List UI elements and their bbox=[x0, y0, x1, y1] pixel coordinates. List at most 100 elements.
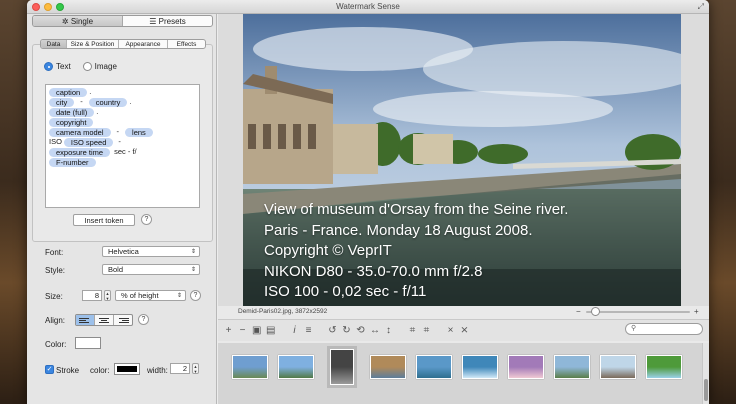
info-icon[interactable]: i bbox=[290, 325, 299, 336]
stroke-width-field[interactable]: 2 bbox=[170, 363, 190, 374]
align-right-icon[interactable] bbox=[114, 315, 132, 325]
flip-vertical-icon[interactable]: ↕ bbox=[384, 325, 393, 336]
thumbnail[interactable] bbox=[554, 355, 590, 379]
photo-preview[interactable]: View of museum d'Orsay from the Seine ri… bbox=[243, 14, 681, 306]
stroke-checkbox[interactable]: ✓ bbox=[45, 365, 54, 374]
thumbnail[interactable] bbox=[508, 355, 544, 379]
font-label: Font: bbox=[45, 248, 64, 257]
remove-icon[interactable]: − bbox=[238, 325, 247, 336]
delete-icon[interactable]: × bbox=[446, 325, 455, 336]
align-left-icon[interactable] bbox=[76, 315, 95, 325]
token-city[interactable]: city bbox=[49, 97, 75, 107]
preview-area: View of museum d'Orsay from the Seine ri… bbox=[218, 14, 709, 306]
token-country[interactable]: country bbox=[88, 97, 128, 107]
token-copyright[interactable]: copyright bbox=[49, 117, 94, 127]
token-exposure-time[interactable]: exposure time bbox=[49, 147, 111, 157]
token-camera-model[interactable]: camera model bbox=[49, 127, 111, 137]
scrollbar-thumb[interactable] bbox=[704, 379, 708, 401]
token-line: copyright bbox=[49, 117, 196, 127]
token-line: caption. bbox=[49, 87, 196, 97]
thumbnail[interactable] bbox=[370, 355, 406, 379]
watermark-text: View of museum d'Orsay from the Seine ri… bbox=[264, 200, 568, 303]
watermark-line: ISO 100 - 0,02 sec - f/11 bbox=[264, 283, 427, 300]
window-controls bbox=[32, 3, 64, 11]
thumbnail[interactable] bbox=[232, 355, 268, 379]
rotate-back-icon[interactable]: ⟲ bbox=[356, 325, 365, 336]
radio-text[interactable]: Text bbox=[44, 62, 71, 71]
zoom-slider-knob[interactable] bbox=[590, 307, 600, 316]
align-segmented-control bbox=[75, 314, 133, 326]
token-lens[interactable]: lens bbox=[125, 127, 153, 137]
insert-token-button[interactable]: Insert token bbox=[73, 214, 135, 226]
crop-icon[interactable]: ⌗ bbox=[408, 325, 417, 336]
style-select[interactable]: Bold ⇕ bbox=[102, 264, 200, 275]
zoom-in-icon[interactable]: + bbox=[694, 307, 699, 317]
stroke-color-label: color: bbox=[90, 366, 110, 375]
radio-image-button[interactable] bbox=[82, 62, 92, 71]
thumbnail[interactable] bbox=[646, 355, 682, 379]
align-center-icon[interactable] bbox=[95, 315, 114, 325]
tab-single[interactable]: ✲ Single bbox=[33, 16, 123, 26]
image-toolbar: + − ▣ ▤ i ≡ ↺ ↻ ⟲ ↔ ↕ ⌗ ⌗ × ⨯ ⚲ bbox=[218, 319, 709, 341]
rotate-right-icon[interactable]: ↻ bbox=[342, 325, 351, 336]
token-line: camera model - lens bbox=[49, 127, 196, 137]
zoom-slider[interactable] bbox=[586, 307, 690, 316]
thumbnail[interactable] bbox=[278, 355, 314, 379]
size-stepper[interactable]: ▲ ▼ bbox=[104, 290, 111, 301]
save-all-icon[interactable]: ▤ bbox=[266, 325, 275, 336]
list-icon: ☰ bbox=[149, 17, 159, 26]
main-area: View of museum d'Orsay from the Seine ri… bbox=[218, 14, 709, 404]
search-icon: ⚲ bbox=[631, 325, 637, 332]
token-caption[interactable]: caption bbox=[49, 87, 88, 97]
stroke-width-stepper[interactable]: ▲ ▼ bbox=[192, 363, 199, 374]
color-label: Color: bbox=[45, 340, 67, 349]
style-label: Style: bbox=[45, 266, 66, 275]
help-icon[interactable]: ? bbox=[141, 214, 152, 225]
tab-size-position[interactable]: Size & Position bbox=[67, 40, 119, 48]
radio-image[interactable]: Image bbox=[82, 62, 117, 71]
delete-all-icon[interactable]: ⨯ bbox=[460, 325, 469, 336]
help-icon[interactable]: ? bbox=[190, 290, 201, 301]
radio-text-button[interactable] bbox=[44, 62, 53, 71]
size-field[interactable]: 8 bbox=[82, 290, 102, 301]
search-field[interactable]: ⚲ bbox=[625, 323, 703, 335]
zoom-button[interactable] bbox=[56, 3, 64, 11]
token-text-editor[interactable]: caption. city - country. date (full). copy… bbox=[45, 84, 200, 208]
font-select[interactable]: Helvetica ⇕ bbox=[102, 246, 200, 257]
stroke-color-swatch bbox=[117, 366, 137, 372]
flip-horizontal-icon[interactable]: ↔ bbox=[370, 325, 380, 336]
help-icon[interactable]: ? bbox=[138, 314, 149, 325]
token-iso-speed[interactable]: ISO speed bbox=[63, 137, 114, 147]
file-info: Demid-Paris02.jpg, 3872x2592 bbox=[238, 308, 328, 315]
window-title: Watermark Sense bbox=[336, 2, 400, 11]
minimize-button[interactable] bbox=[44, 3, 52, 11]
strip-scrollbar[interactable] bbox=[702, 343, 709, 404]
thumbnail[interactable] bbox=[416, 355, 452, 379]
add-icon[interactable]: + bbox=[224, 325, 233, 336]
tab-presets[interactable]: ☰ Presets bbox=[123, 16, 212, 26]
token-f-number[interactable]: F-number bbox=[49, 157, 96, 167]
save-icon[interactable]: ▣ bbox=[252, 325, 261, 336]
gear-icon: ✲ bbox=[61, 17, 71, 26]
chevron-updown-icon: ⇕ bbox=[176, 293, 182, 299]
zoom-out-icon[interactable]: − bbox=[576, 307, 581, 317]
settings-sidebar: ✲ Single ☰ Presets Data Size & Position … bbox=[27, 14, 217, 404]
text-color-well[interactable] bbox=[75, 337, 101, 349]
stroke-width-label: width: bbox=[147, 366, 168, 375]
thumbnail[interactable] bbox=[462, 355, 498, 379]
list-icon[interactable]: ≡ bbox=[304, 325, 313, 336]
tab-effects[interactable]: Effects bbox=[168, 40, 205, 48]
tab-appearance[interactable]: Appearance bbox=[119, 40, 168, 48]
tab-data[interactable]: Data bbox=[41, 40, 67, 48]
thumbnail[interactable] bbox=[600, 355, 636, 379]
stroke-color-well[interactable] bbox=[114, 363, 140, 375]
crop-all-icon[interactable]: ⌗ bbox=[422, 325, 431, 336]
token-line: date (full). bbox=[49, 107, 196, 117]
rotate-left-icon[interactable]: ↺ bbox=[328, 325, 337, 336]
fullscreen-icon[interactable]: ⤢ bbox=[698, 3, 704, 11]
settings-tabs: Data Size & Position Appearance Effects bbox=[40, 39, 206, 49]
close-button[interactable] bbox=[32, 3, 40, 11]
token-date-full[interactable]: date (full) bbox=[49, 107, 95, 117]
thumbnail[interactable] bbox=[327, 346, 357, 388]
size-unit-select[interactable]: % of height ⇕ bbox=[115, 290, 186, 301]
